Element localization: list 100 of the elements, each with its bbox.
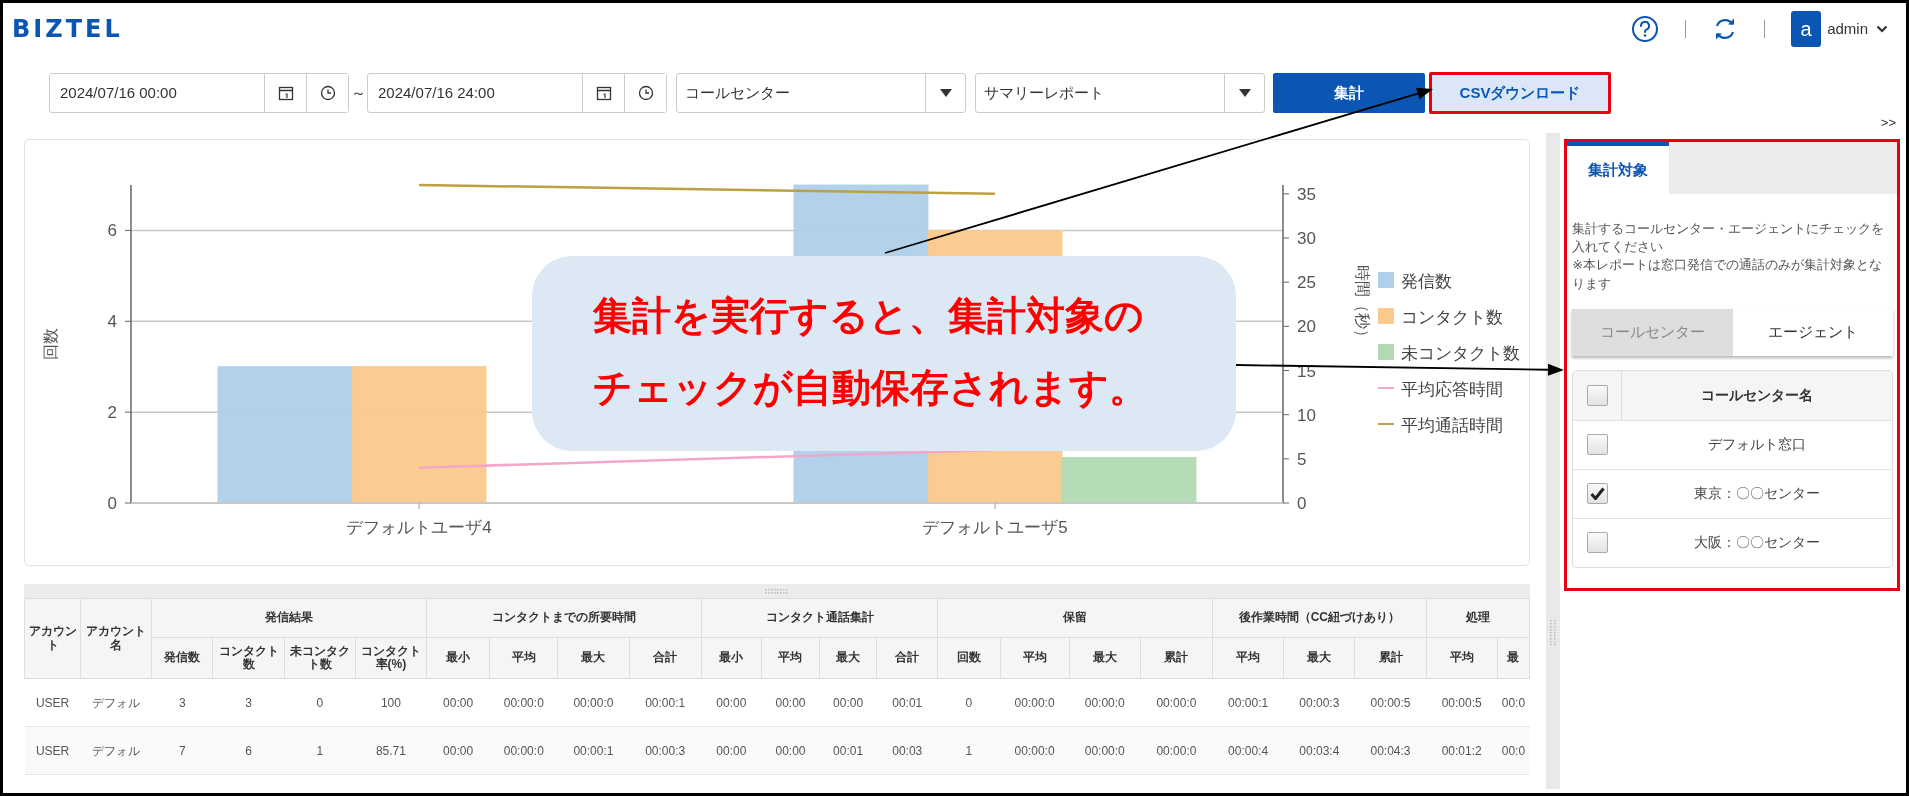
table-cell: 00:04:3: [1354, 726, 1427, 775]
column-group-header: 後作業時間（CC紐づけあり）: [1212, 598, 1427, 638]
caret-icon: [1876, 25, 1888, 33]
checkmark-icon: [1590, 487, 1606, 501]
clock-button[interactable]: [624, 74, 666, 112]
date-time-picker[interactable]: 2024/07/16 24:00: [367, 73, 667, 113]
axis-tick-label: 30: [1297, 229, 1316, 248]
range-separator: ～: [349, 82, 367, 103]
column-header: コールセンター名: [1700, 385, 1815, 405]
grip-icon: [764, 588, 790, 594]
grip-icon: [1549, 619, 1558, 649]
checkbox[interactable]: [1587, 483, 1609, 505]
axis-title: 時間（秒）: [1354, 265, 1371, 345]
table-cell: 00:00:0: [489, 678, 558, 727]
table-cell: 00:0: [1497, 726, 1530, 775]
column-group-header: 保留: [937, 598, 1213, 638]
axis-tick-label: 35: [1297, 184, 1316, 204]
caret-icon: [939, 89, 952, 97]
table-cell: 00:00:0: [489, 726, 558, 775]
column-header: 平均: [761, 637, 820, 679]
legend-label: 未コンタクト数: [1401, 344, 1520, 363]
aggregate-button[interactable]: 集計: [1273, 73, 1425, 113]
axis-tick-label: 4: [107, 312, 117, 332]
table-cell: 7: [151, 726, 213, 775]
checkbox[interactable]: [1587, 434, 1609, 456]
table-cell: 00:0: [1497, 678, 1530, 727]
table-cell: 00:00:0: [1140, 726, 1213, 775]
table-cell: 0: [937, 678, 1000, 727]
table-cell: 00:00: [761, 678, 820, 727]
table-cell: 00:00:0: [1069, 726, 1141, 775]
table-cell: 00:03:4: [1283, 726, 1355, 775]
calendar-icon: [277, 85, 294, 101]
table-cell: 00:00:0: [1000, 678, 1070, 727]
column-group-header: コンタクトまでの所要時間: [426, 598, 702, 638]
axis-tick-label: 10: [1297, 405, 1316, 425]
column-header: 最大: [1069, 637, 1141, 679]
date-time-picker[interactable]: 2024/07/16 00:00: [49, 73, 349, 113]
table-cell: 100: [355, 678, 427, 727]
table-cell: 00:01: [876, 678, 938, 727]
table-cell: 85.71: [355, 726, 427, 775]
axis-title: 回数: [42, 328, 59, 360]
column-header: コンタクト率(%): [355, 637, 427, 679]
column-header: 平均: [1000, 637, 1070, 679]
logo: BIZTEL: [12, 14, 123, 45]
column-header: 合計: [876, 637, 938, 679]
dropdown[interactable]: コールセンター: [676, 73, 966, 113]
table-cell: 00:00:3: [629, 726, 702, 775]
table-cell: 00:00:0: [1000, 726, 1070, 775]
table-cell: 00:00:0: [557, 678, 630, 727]
column-group-header: コンタクト通話集計: [701, 598, 938, 638]
column-header: 平均: [1426, 637, 1498, 679]
column-header: アカウント: [24, 598, 81, 679]
table-cell: デフォル: [80, 678, 152, 727]
table-cell: 00:00:3: [1283, 678, 1355, 727]
resize-handle[interactable]: [24, 584, 1530, 598]
legend-label: 平均応答時間: [1401, 380, 1503, 399]
date-time-field[interactable]: 2024/07/16 24:00: [368, 74, 582, 112]
legend-label: 平均通話時間: [1401, 416, 1503, 435]
table-cell: 00:00:1: [557, 726, 630, 775]
axis-tick-label: 25: [1297, 273, 1316, 293]
table-cell: 1: [284, 726, 356, 775]
column-header: 最小: [426, 637, 490, 679]
column-header: 最小: [701, 637, 762, 679]
category-label: デフォルトユーザ4: [346, 518, 492, 537]
column-header: 平均: [489, 637, 558, 679]
legend-label: コンタクト数: [1401, 308, 1503, 327]
table-cell: 00:00:4: [1212, 726, 1284, 775]
date-time-field[interactable]: 2024/07/16 00:00: [50, 74, 264, 112]
table-cell: 00:00:1: [629, 678, 702, 727]
table-cell: 00:00:5: [1426, 678, 1498, 727]
tab[interactable]: 集計対象: [1567, 142, 1670, 194]
clock-icon: [319, 85, 336, 101]
list-item-label: 東京：〇〇センター: [1693, 484, 1822, 504]
panel-toggle[interactable]: >>: [1880, 116, 1896, 129]
table-cell: 3: [151, 678, 213, 727]
axis-tick-label: 2: [107, 403, 117, 423]
axis-tick-label: 0: [107, 494, 117, 513]
dropdown[interactable]: サマリーレポート: [975, 73, 1265, 113]
axis-tick-label: 5: [1297, 449, 1307, 469]
column-header: 累計: [1140, 637, 1213, 679]
table-cell: デフォル: [80, 726, 152, 775]
checkbox[interactable]: [1587, 532, 1609, 554]
table-cell: 00:00: [819, 678, 877, 727]
clock-button[interactable]: [306, 74, 348, 112]
checkbox[interactable]: [1586, 384, 1608, 406]
table-cell: 1: [937, 726, 1000, 775]
table-cell: 0: [284, 678, 356, 727]
column-header: 合計: [629, 637, 702, 679]
list-item-label: 大阪：〇〇センター: [1693, 533, 1822, 553]
table-cell: 3: [213, 678, 285, 727]
download-button[interactable]: CSVダウンロード: [1429, 72, 1611, 114]
column-group-header: 処理: [1426, 598, 1530, 638]
user-name[interactable]: admin: [1827, 17, 1868, 41]
table-cell: 00:03: [876, 726, 938, 775]
column-header: 発信数: [151, 637, 213, 679]
segment-tab[interactable]: エージェント: [1732, 308, 1893, 356]
table-cell: USER: [24, 726, 81, 775]
user-avatar[interactable]: a: [1791, 11, 1822, 47]
column-header: コンタクト数: [213, 637, 285, 679]
column-header: 累計: [1354, 637, 1427, 679]
